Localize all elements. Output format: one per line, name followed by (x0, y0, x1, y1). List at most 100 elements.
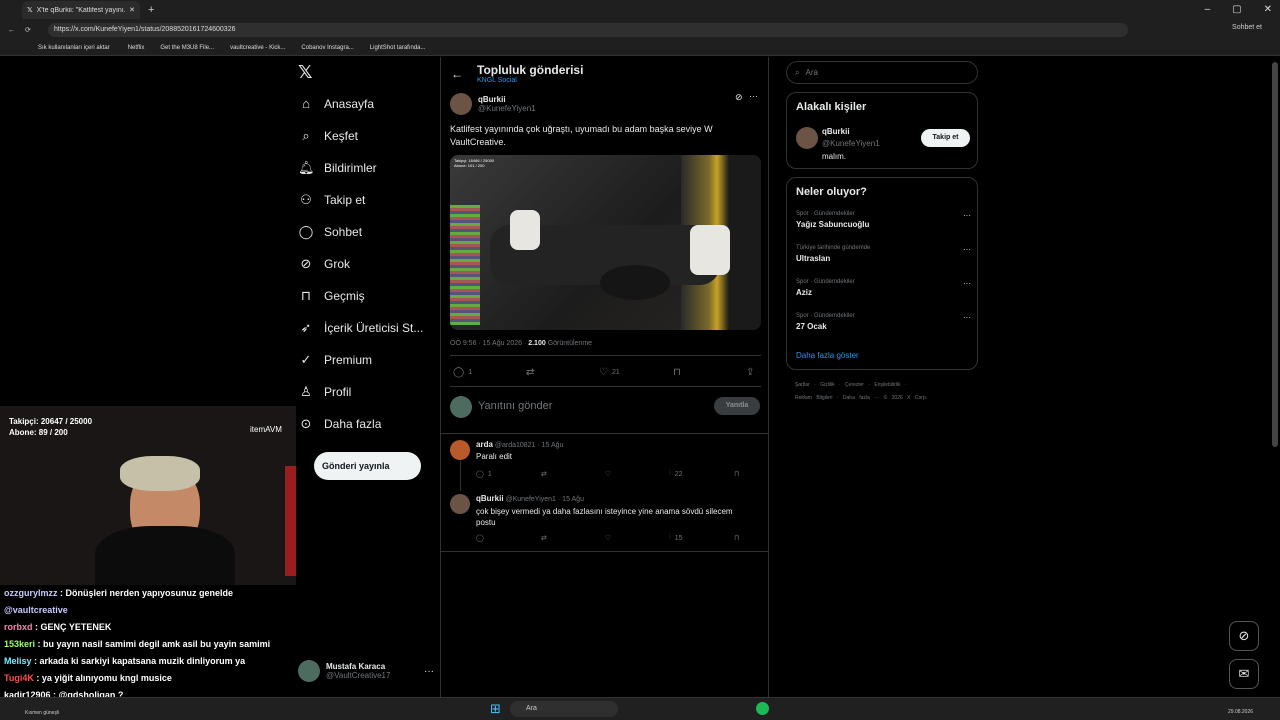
post-button[interactable]: Gönderi yayınla (314, 452, 421, 480)
nav-item[interactable]: ⌕ Keşfet (298, 128, 358, 144)
reply-input[interactable]: Yanıtını gönder (478, 400, 552, 412)
chat-username: Melisy (4, 656, 32, 666)
reply-icon: ◯ (453, 367, 465, 378)
nav-item[interactable]: ♙ Profil (298, 384, 351, 400)
nav-item[interactable]: ⊙ Daha fazla (298, 416, 382, 432)
back-arrow-icon[interactable]: ← (451, 67, 463, 81)
chat-username: 153keri (4, 639, 36, 649)
more-icon[interactable]: ··· (963, 245, 971, 254)
x-logo-icon[interactable]: 𝕏 (298, 62, 313, 83)
views-action[interactable]: ⫶ 15 (669, 534, 683, 542)
repost-icon: ⇄ (541, 535, 547, 542)
grok-icon[interactable]: ⊘ (1229, 621, 1259, 651)
more-icon[interactable]: ··· (963, 211, 971, 220)
nav-item[interactable]: ⊘ Grok (298, 256, 350, 272)
back-icon[interactable]: ← (8, 27, 15, 34)
more-icon[interactable]: ··· (963, 279, 971, 288)
show-more-link[interactable]: Daha fazla göster (796, 351, 859, 360)
maximize-icon[interactable]: ▢ (1232, 0, 1241, 20)
views-action[interactable]: ⫶ 22 (669, 470, 683, 478)
person-add-icon: ⚇ (300, 192, 312, 207)
avatar[interactable] (796, 127, 818, 149)
tab-title: X'te qBurkii: "Katlifest yayını... (36, 6, 126, 14)
reply-author[interactable]: arda (476, 440, 493, 449)
nav-item[interactable]: 🔔︎ Bildirimler (298, 160, 377, 176)
reply-author[interactable]: qBurkii (476, 494, 504, 503)
footer-links[interactable]: Şartlar · Gizlilik · Çerezler · Erişileb… (795, 382, 907, 388)
bookmark-item[interactable]: Netflix (128, 45, 145, 51)
more-icon[interactable]: ··· (749, 91, 758, 101)
search-input[interactable]: ⌕ Ara (786, 61, 978, 84)
grok-icon[interactable]: ⊘ (735, 92, 743, 103)
trend-name: Ultraslan (796, 254, 831, 263)
verified-icon: ✓ (300, 352, 312, 367)
message-icon[interactable]: ✉ (1229, 659, 1259, 689)
reply-action[interactable]: ◯ 1 (476, 470, 492, 479)
browser-tab[interactable]: 𝕏 X'te qBurkii: "Katlifest yayını... ✕ (22, 1, 140, 19)
url-input[interactable]: https://x.com/KunefeYiyen1/status/208852… (48, 23, 1128, 37)
share-action[interactable]: ⇪ (746, 367, 754, 378)
scrollbar[interactable] (1272, 62, 1278, 447)
author-name[interactable]: qBurkii (478, 95, 536, 104)
more-icon[interactable]: ··· (963, 313, 971, 322)
bookmark-item[interactable]: vaultcreative - Kick... (230, 45, 285, 51)
author-handle[interactable]: @KunefeYiyen1 (478, 104, 536, 113)
bookmark-item[interactable]: Cobanov Instagra... (301, 45, 353, 51)
minimize-icon[interactable]: – (1205, 0, 1211, 20)
bookmark-item[interactable]: Get the M3U8 File... (160, 45, 214, 51)
bookmark-action[interactable]: ⊓ (673, 367, 681, 378)
bookmark-item[interactable]: Sık kullanılanları içeri aktar (38, 45, 110, 51)
bookmark-action[interactable]: ⊓ (734, 470, 739, 478)
community-link[interactable]: KNGL Social (477, 77, 583, 84)
avatar[interactable] (450, 440, 470, 460)
weather-widget[interactable]: Kısmen güneşli (25, 710, 59, 716)
trend-item[interactable]: Spor · Gündemdekiler Aziz ··· (796, 279, 971, 297)
close-tab-icon[interactable]: ✕ (129, 6, 135, 14)
user-name[interactable]: qBurkii (822, 127, 850, 136)
profile-label[interactable]: Sohbet et (1232, 24, 1262, 31)
chat-icon: ◯ (298, 224, 314, 239)
trend-item[interactable]: Türkiye tarihinde gündemde Ultraslan ··· (796, 245, 971, 263)
windows-start-icon[interactable]: ⊞ (490, 701, 501, 717)
like-action[interactable]: ♡ (605, 470, 611, 478)
chat-text: : arkada ki sarkiyi kapatsana muzik dinl… (31, 656, 246, 666)
nav-item[interactable]: ◯ Sohbet (298, 224, 362, 240)
repost-action[interactable]: ⇄ (541, 470, 547, 478)
refresh-icon[interactable]: ⟳ (25, 26, 31, 34)
nav-item[interactable]: ⌂ Anasayfa (298, 96, 374, 112)
nav-item[interactable]: ➶ İçerik Üreticisi St... (298, 320, 424, 336)
close-window-icon[interactable]: ✕ (1264, 0, 1272, 20)
footer-links-2[interactable]: Reklam Bilgileri · Daha fazla ··· © 2026… (795, 395, 927, 401)
follow-button[interactable]: Takip et (921, 129, 970, 147)
avatar[interactable] (450, 494, 470, 514)
more-icon[interactable]: ··· (424, 666, 434, 677)
nav-item[interactable]: ⊓ Geçmiş (298, 288, 365, 304)
account-switcher[interactable]: Mustafa Karaca @VaultCreative17 ··· (298, 656, 434, 686)
browser-tab-bar: 𝕏 X'te qBurkii: "Katlifest yayını... ✕ +… (0, 0, 1280, 20)
repost-action[interactable]: ⇄ (526, 367, 534, 378)
repost-icon: ⇄ (526, 367, 535, 378)
chat-message: Tugi4K : ya yiğit alınıyomu kngl musice (0, 670, 296, 687)
bookmark-action[interactable]: ⊓ (734, 534, 739, 542)
like-action[interactable]: ♡ (605, 534, 611, 542)
reply-action[interactable]: ◯ (476, 534, 484, 542)
trend-item[interactable]: Spor · Gündemdekiler Yağız Sabuncuoğlu ··· (796, 211, 971, 229)
reply-action[interactable]: ◯ 1 (453, 367, 472, 378)
repost-action[interactable]: ⇄ (541, 534, 547, 542)
new-tab-button[interactable]: + (148, 4, 154, 16)
clock-date: 29.08.2026 (1228, 709, 1254, 715)
card-title: Neler oluyor? (796, 186, 867, 198)
nav-item[interactable]: ✓ Premium (298, 352, 372, 368)
post-image[interactable]: Takipçi: 16466 / 25000 Abone: 101 / 200 (450, 155, 761, 330)
reply-icon: ◯ (476, 471, 484, 478)
spotify-icon[interactable] (756, 702, 769, 715)
nav-item[interactable]: ⚇ Takip et (298, 192, 365, 208)
bookmark-item[interactable]: LightShot tarafında... (370, 45, 426, 51)
reply-submit-button[interactable]: Yanıtla (714, 397, 760, 415)
author-avatar[interactable] (450, 93, 472, 115)
reply-icon: ◯ (476, 535, 484, 542)
heart-icon: ♡ (605, 535, 612, 542)
taskbar-search[interactable]: Ara (510, 701, 618, 717)
trend-item[interactable]: Spor · Gündemdekiler 27 Ocak ··· (796, 313, 971, 331)
like-action[interactable]: ♡ 21 (599, 367, 620, 378)
